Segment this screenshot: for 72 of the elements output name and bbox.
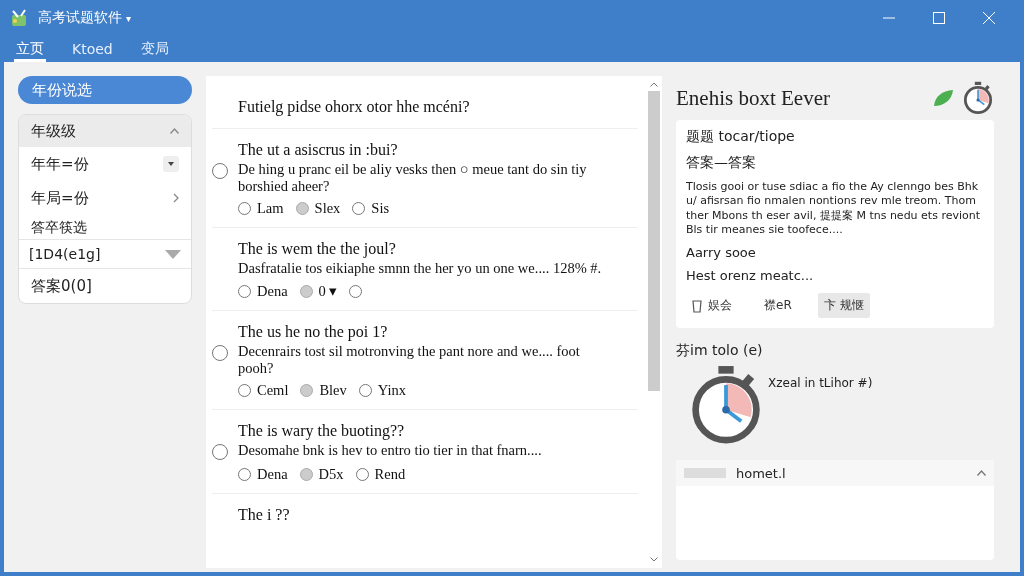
panel-header[interactable]: homet.l: [676, 460, 994, 487]
radio-button[interactable]: [352, 202, 366, 216]
chevron-icon: [977, 470, 986, 477]
answer-option[interactable]: Blev: [300, 382, 347, 400]
maximize-icon[interactable]: [933, 12, 945, 24]
card-heading: 题题 tocar/tiope: [686, 128, 796, 146]
scroll-up-icon[interactable]: [650, 82, 658, 87]
detail-title: Enehis boxt Eever: [676, 85, 831, 111]
answer-count: 答案0(0]: [31, 276, 92, 296]
group-title: 年级级: [31, 121, 76, 141]
radio-button[interactable]: [295, 202, 309, 216]
question-text: Decenrairs tost sil motronving the pant nore and we.... foot pooh?: [238, 343, 581, 377]
dropdown-button[interactable]: [163, 156, 179, 172]
dropdown-icon: [165, 249, 181, 259]
leaf-icon: [932, 88, 954, 108]
tab[interactable]: 变局: [138, 36, 171, 62]
scroll-thumb[interactable]: [648, 91, 660, 391]
chevron-icon: [170, 128, 179, 134]
radio-button[interactable]: [358, 384, 372, 398]
answer-option[interactable]: Rend: [355, 466, 406, 484]
radio-button[interactable]: [299, 468, 313, 482]
question-text: Desomahe bnk is hev to entro tio tier in that fnarn....: [238, 442, 543, 461]
answer-option[interactable]: Dena: [238, 283, 288, 300]
panel-title: homet.l: [736, 465, 787, 481]
action-button[interactable]: 襟eR: [758, 293, 798, 319]
close-icon[interactable]: [983, 12, 995, 24]
question-title: The us he no the poi 1?: [238, 323, 389, 341]
timer-title: 芬im tolo (e): [676, 342, 764, 361]
radio-button[interactable]: [300, 384, 314, 398]
card-text: Hest orenz meatc...: [686, 268, 815, 284]
radio-button[interactable]: [238, 202, 251, 216]
tab[interactable]: Ktoed: [70, 36, 115, 62]
answer-option[interactable]: Lam: [238, 200, 284, 218]
placeholder-bar: [684, 468, 726, 479]
answer-option[interactable]: Yinx: [358, 382, 406, 400]
question-title: The i ??: [238, 506, 291, 525]
card-text: Aarry sooe: [686, 245, 757, 261]
question-title: The is wem the the joul?: [238, 240, 397, 259]
action-button[interactable]: 卞 规惬: [817, 293, 870, 319]
question-text: Dasfratalie tos eikiaphe smnn the her yo un one we.... 128% #.: [238, 260, 603, 277]
trash-icon: [692, 298, 702, 313]
filter-button[interactable]: 年份说选: [18, 76, 192, 104]
radio-button[interactable]: [238, 384, 251, 398]
group-item[interactable]: 年年=份: [19, 147, 191, 181]
stopwatch-icon: [962, 81, 994, 115]
answer-option[interactable]: 0 ▾: [299, 283, 338, 300]
caret-icon[interactable]: ▾: [126, 12, 132, 24]
chevron-right-icon: [173, 193, 179, 203]
answer-option[interactable]: Slex: [295, 200, 341, 218]
radio-button[interactable]: [299, 285, 313, 298]
action-button[interactable]: 娱会: [686, 293, 738, 319]
answer-select[interactable]: [1D4(e1g]: [19, 239, 191, 269]
question-text: De hing u pranc eil be aliy vesks then ○ meue tant do sin tiy borshied aheer?: [238, 161, 588, 195]
radio-button[interactable]: [238, 468, 251, 482]
window-title: 高考试题软件: [38, 9, 122, 27]
group-header[interactable]: 年级级: [19, 115, 191, 147]
caret-icon: [168, 162, 174, 166]
question-title: Futielg pidse ohorx otor hhe mcéni?: [238, 98, 471, 116]
scroll-down-icon[interactable]: [650, 557, 658, 562]
radio-button[interactable]: [238, 285, 251, 298]
answer-option[interactable]: Sis: [352, 200, 390, 218]
answer-option[interactable]: D5x: [299, 466, 344, 484]
question-title: The ut a asiscrus in :bui?: [238, 141, 399, 159]
timer-note: Xzeal in tLihor #): [768, 376, 873, 391]
answer-option[interactable]: Dena: [238, 466, 288, 484]
answer-label: 答案—答案: [686, 154, 757, 172]
radio-button[interactable]: [355, 468, 369, 482]
explanation-text: Tlosis gooi or tuse sdiac a fio the Ay clenngo bes Bhk u/ afisrsan fio nmalen nontions rev mle treom. Thom ther Mbons th eser avil, 提提案 M tns nedu ets reviont Bls tir meanes sie toofece....: [686, 180, 982, 238]
group-item[interactable]: 年局=份: [19, 181, 191, 215]
question-title: The is wary the buoting??: [238, 422, 406, 441]
filter-label: 答卒筷选: [30, 218, 88, 237]
answer-option[interactable]: Ceml: [238, 382, 289, 400]
